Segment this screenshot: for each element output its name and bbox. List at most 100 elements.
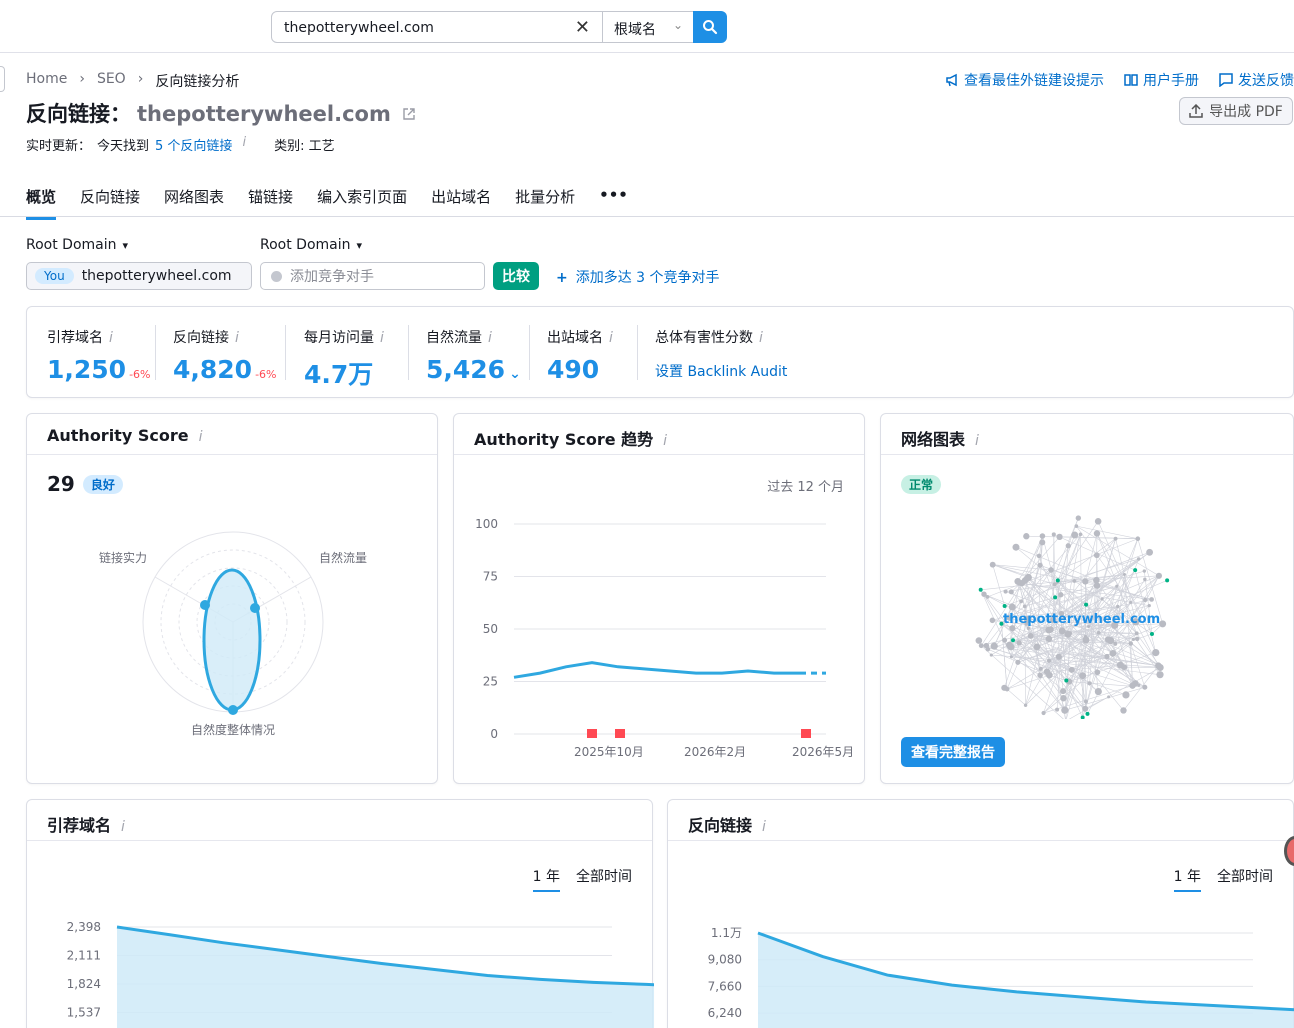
- event-flag[interactable]: [801, 729, 811, 738]
- network-node: [1053, 595, 1058, 600]
- message-icon: [1219, 73, 1233, 87]
- tab-divider: [0, 216, 1294, 217]
- tab-outbound-domains[interactable]: 出站域名: [431, 186, 491, 220]
- network-node: [1093, 552, 1100, 559]
- tips-link-label: 查看最佳外链建设提示: [964, 73, 1104, 89]
- tab-backlinks[interactable]: 反向链接: [80, 186, 140, 220]
- metric-value: 4.7万: [304, 360, 374, 389]
- breadcrumb-home[interactable]: Home: [26, 71, 67, 91]
- info-icon[interactable]: i: [488, 330, 492, 346]
- search-button[interactable]: [693, 11, 727, 43]
- y-tick-label: 75: [483, 570, 498, 584]
- network-node: [1051, 532, 1056, 537]
- network-node: [1033, 643, 1041, 651]
- info-icon[interactable]: i: [235, 330, 239, 346]
- search-scope-select[interactable]: 根域名 ⌄: [602, 11, 694, 43]
- info-icon[interactable]: i: [121, 819, 125, 835]
- network-node: [1159, 620, 1167, 628]
- new-backlinks-link[interactable]: 5 个反向链接: [155, 135, 232, 154]
- metric-organic-traffic[interactable]: 自然流量 i 5,426 ⌄: [426, 327, 521, 384]
- root-domain-dropdown-1[interactable]: Root Domain ▾: [26, 237, 128, 253]
- period-1y-button[interactable]: 1 年: [1173, 866, 1201, 892]
- authority-trend-chart: 100 75 50 25 0 2025年10月 2026年2月 2026年5月: [475, 517, 854, 759]
- root-domain-dropdown-label: Root Domain: [260, 237, 351, 253]
- network-node: [1037, 672, 1043, 679]
- network-edge: [1076, 525, 1138, 540]
- tab-anchors[interactable]: 锚链接: [248, 186, 293, 220]
- metric-backlinks[interactable]: 反向链接 i 4,820 -6%: [173, 327, 277, 384]
- network-node: [981, 591, 987, 597]
- export-pdf-button[interactable]: 导出成 PDF: [1179, 97, 1293, 125]
- chevron-right-icon: ›: [79, 71, 85, 87]
- chevron-down-icon[interactable]: ⌄: [509, 366, 521, 382]
- network-node: [1083, 699, 1089, 704]
- add-competitors-link[interactable]: + 添加多达 3 个竞争对手: [556, 267, 720, 287]
- network-node: [1079, 672, 1087, 680]
- category-label: 类别: 工艺: [274, 139, 335, 154]
- period-all-time-button[interactable]: 全部时间: [1217, 866, 1273, 892]
- root-domain-dropdown-2[interactable]: Root Domain ▾: [260, 237, 362, 253]
- network-graph[interactable]: thepotterywheel.com: [941, 489, 1231, 719]
- network-node: [1116, 661, 1124, 669]
- tab-network-graph[interactable]: 网络图表: [164, 186, 224, 220]
- network-node: [1087, 681, 1092, 686]
- network-node: [1146, 548, 1154, 556]
- network-node: [1008, 603, 1016, 611]
- network-node: [1039, 533, 1046, 539]
- event-flag[interactable]: [587, 729, 597, 738]
- metric-divider: [285, 325, 286, 380]
- sidebar-collapse-handle[interactable]: [0, 66, 5, 92]
- info-icon[interactable]: i: [975, 433, 979, 449]
- info-icon[interactable]: i: [663, 433, 667, 449]
- more-tabs-button[interactable]: •••: [599, 186, 628, 220]
- clear-search-icon[interactable]: ✕: [575, 17, 590, 38]
- network-node: [1100, 597, 1104, 601]
- metric-monthly-visits[interactable]: 每月访问量 i 4.7万: [304, 327, 384, 391]
- metric-outbound-domains[interactable]: 出站域名 i 490: [547, 327, 613, 384]
- competitor-placeholder: 添加竞争对手: [290, 269, 374, 285]
- info-icon[interactable]: i: [609, 330, 613, 346]
- event-flag[interactable]: [615, 729, 625, 738]
- network-node: [985, 646, 991, 652]
- tab-bulk-analysis[interactable]: 批量分析: [515, 186, 575, 220]
- info-icon[interactable]: i: [242, 135, 246, 154]
- add-competitors-label: 添加多达 3 个竞争对手: [575, 270, 720, 286]
- info-icon[interactable]: i: [380, 330, 384, 346]
- info-icon[interactable]: i: [762, 819, 766, 835]
- period-toggle: 1 年 全部时间: [1173, 866, 1273, 892]
- tab-indexed-pages[interactable]: 编入索引页面: [317, 186, 407, 220]
- period-1y-button[interactable]: 1 年: [532, 866, 560, 892]
- compare-button[interactable]: 比较: [493, 262, 539, 290]
- manual-link[interactable]: 用户手册: [1124, 70, 1199, 90]
- your-domain-field[interactable]: You thepotterywheel.com: [26, 262, 252, 290]
- backlinks-card: 反向链接 i 1 年 全部时间 1.1万 9,080 7,660 6,240: [667, 799, 1294, 1028]
- network-node: [1134, 631, 1139, 636]
- page-title-domain[interactable]: thepotterywheel.com: [137, 102, 391, 126]
- period-all-time-button[interactable]: 全部时间: [576, 866, 632, 892]
- feedback-link[interactable]: 发送反馈: [1219, 70, 1294, 90]
- tab-overview[interactable]: 概览: [26, 186, 57, 220]
- search-input[interactable]: thepotterywheel.com ✕: [271, 11, 603, 43]
- search-input-value: thepotterywheel.com: [284, 20, 434, 36]
- breadcrumb-seo[interactable]: SEO: [97, 71, 126, 91]
- card-title: Authority Score 趋势: [474, 430, 654, 449]
- metric-change: -6%: [129, 368, 151, 381]
- network-node: [1109, 650, 1117, 657]
- external-link-icon[interactable]: [402, 107, 416, 121]
- competitor-input[interactable]: 添加竞争对手: [260, 262, 485, 290]
- info-icon[interactable]: i: [109, 330, 113, 346]
- view-full-report-button[interactable]: 查看完整报告: [901, 737, 1005, 767]
- page-title: 反向链接： thepotterywheel.com: [26, 98, 416, 128]
- network-node: [1094, 687, 1102, 696]
- network-node: [1128, 641, 1133, 646]
- network-node: [1037, 562, 1043, 568]
- megaphone-icon: [946, 73, 957, 87]
- info-icon[interactable]: i: [199, 429, 203, 445]
- tips-link[interactable]: 查看最佳外链建设提示: [945, 70, 1104, 90]
- metric-referring-domains[interactable]: 引荐域名 i 1,250 -6%: [47, 327, 151, 384]
- your-domain-value: thepotterywheel.com: [81, 268, 232, 284]
- setup-backlink-audit-link[interactable]: 设置 Backlink Audit: [655, 361, 787, 381]
- realtime-info: 实时更新： 今天找到 5 个反向链接 i 类别: 工艺: [26, 135, 335, 154]
- radar-point: [200, 600, 210, 610]
- info-icon[interactable]: i: [759, 330, 763, 346]
